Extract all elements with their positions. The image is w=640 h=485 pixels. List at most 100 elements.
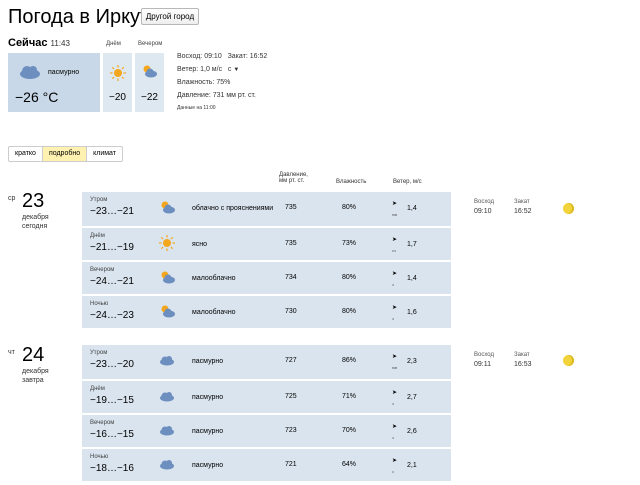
day-month: декабря bbox=[22, 368, 49, 375]
current-weather-card: пасмурно −26 °C bbox=[8, 53, 100, 112]
wind-arrow-icon: ➤ bbox=[392, 458, 398, 464]
temp-range: −23…−21 bbox=[90, 206, 134, 217]
humidity-header: Влажность bbox=[336, 179, 367, 185]
sunrise-label: Восход bbox=[474, 199, 494, 205]
table-row: Днём −21…−19 ясно 735 73% ➤ сз 1,7 bbox=[82, 226, 451, 260]
pressure-header: Давление, мм рт. ст. bbox=[279, 172, 308, 184]
forecast-tabs: кратко подробно климат bbox=[8, 146, 124, 162]
sunset-label: Закат bbox=[514, 352, 530, 358]
time-of-day: Утром bbox=[90, 350, 108, 356]
day-label: Днём bbox=[106, 41, 121, 47]
sunrise-text: Восход: 09:10 bbox=[177, 53, 222, 60]
wind-speed: 1,4 bbox=[407, 205, 417, 212]
cloud-icon bbox=[159, 352, 175, 368]
wind-speed: 2,7 bbox=[407, 394, 417, 401]
day-forecast-table: Утром −23…−20 пасмурно 727 86% ➤ юв 2,3 Днём −19…… bbox=[82, 345, 451, 481]
other-city-button[interactable]: Другой город bbox=[141, 8, 199, 25]
humidity-value: 80% bbox=[342, 308, 357, 315]
wind-speed: 2,3 bbox=[407, 358, 417, 365]
day-weekday: ср bbox=[8, 195, 16, 202]
table-row: Вечером −16…−15 пасмурно 723 70% ➤ з 2,6 bbox=[82, 413, 451, 447]
data-time: Данные на 11:00 bbox=[177, 105, 216, 111]
table-row: Утром −23…−21 облачно с прояснениями 735 80%… bbox=[82, 192, 451, 224]
humidity-value: 80% bbox=[342, 274, 357, 281]
cloud-icon bbox=[20, 66, 40, 79]
now-title: Сейчас bbox=[8, 37, 48, 49]
humidity-value: 70% bbox=[342, 427, 357, 434]
condition-text: малооблачно bbox=[192, 309, 236, 316]
wind-direction: сз bbox=[392, 248, 396, 253]
cloud-sun-icon bbox=[159, 303, 175, 319]
wind-text: Ветер: 1,0 м/с bbox=[177, 66, 223, 73]
wind-header: Ветер, м/с bbox=[393, 179, 422, 185]
wind-arrow-icon: ➤ bbox=[392, 354, 398, 360]
day-relative: сегодня bbox=[22, 223, 48, 230]
moon-icon bbox=[563, 203, 574, 214]
evening-temp: −22 bbox=[141, 92, 158, 103]
table-row: Днём −19…−15 пасмурно 725 71% ➤ з 2,7 bbox=[82, 379, 451, 413]
cloud-icon bbox=[159, 456, 175, 472]
pressure-value: 727 bbox=[285, 357, 297, 364]
now-time: 11:43 bbox=[50, 39, 70, 48]
condition-text: пасмурно bbox=[192, 394, 224, 401]
pressure-value: 735 bbox=[285, 204, 297, 211]
wind-speed: 1,4 bbox=[407, 275, 417, 282]
sun-icon bbox=[110, 65, 126, 81]
tab-brief[interactable]: кратко bbox=[9, 147, 43, 161]
wind-arrow-icon: ➤ bbox=[392, 305, 398, 311]
day-month: декабря bbox=[22, 214, 49, 221]
condition-text: пасмурно bbox=[192, 358, 224, 365]
temp-range: −24…−23 bbox=[90, 310, 134, 321]
wind-arrow-icon: ➤ bbox=[392, 390, 398, 396]
wind-arrow-icon: ➤ bbox=[392, 271, 398, 277]
wind-arrow-icon: ➤ bbox=[392, 237, 398, 243]
tab-detailed[interactable]: подробно bbox=[42, 147, 88, 161]
wind-direction: з bbox=[392, 401, 394, 406]
pressure-value: 723 bbox=[285, 427, 297, 434]
sunrise-value: 09:11 bbox=[474, 361, 491, 368]
sunset-text: Закат: 16:52 bbox=[227, 53, 268, 60]
temp-range: −21…−19 bbox=[90, 242, 134, 253]
temp-range: −18…−16 bbox=[90, 463, 134, 474]
sun-times: Восход: 09:10 Закат: 16:52 bbox=[177, 53, 267, 60]
day-number: 24 bbox=[22, 344, 45, 366]
pressure-value: 730 bbox=[285, 308, 297, 315]
tab-climate[interactable]: климат bbox=[87, 147, 122, 161]
table-row: Утром −23…−20 пасмурно 727 86% ➤ юв 2,3 bbox=[82, 345, 451, 377]
cloud-sun-icon bbox=[159, 269, 175, 285]
evening-forecast-card: −22 bbox=[135, 53, 164, 112]
humidity-value: 73% bbox=[342, 240, 357, 247]
day-number: 23 bbox=[22, 190, 45, 212]
sunset-value: 16:53 bbox=[514, 361, 532, 368]
cloud-icon bbox=[159, 422, 175, 438]
day-weekday: чт bbox=[8, 349, 15, 356]
time-of-day: Днём bbox=[90, 386, 105, 392]
evening-label: Вечером bbox=[138, 41, 163, 47]
condition-text: пасмурно bbox=[192, 462, 224, 469]
wind-direction: юв bbox=[392, 212, 398, 217]
pressure-value: 725 bbox=[285, 393, 297, 400]
wind-direction: з bbox=[392, 316, 394, 321]
humidity-text: Влажность: 75% bbox=[177, 79, 231, 86]
current-condition: пасмурно bbox=[48, 69, 80, 76]
wind-direction: з bbox=[392, 435, 394, 440]
pressure-value: 735 bbox=[285, 240, 297, 247]
wind-info: Ветер: 1,0 м/с с ▼ bbox=[177, 66, 239, 73]
chevron-down-icon[interactable]: ▼ bbox=[233, 67, 239, 73]
time-of-day: Утром bbox=[90, 197, 108, 203]
humidity-value: 86% bbox=[342, 357, 357, 364]
day-forecast-card: −20 bbox=[103, 53, 132, 112]
time-of-day: Ночью bbox=[90, 301, 109, 307]
temp-range: −16…−15 bbox=[90, 429, 134, 440]
wind-arrow-icon: ➤ bbox=[392, 201, 398, 207]
wind-direction: з bbox=[392, 469, 394, 474]
day-forecast-table: Утром −23…−21 облачно с прояснениями 735 80%… bbox=[82, 192, 451, 328]
sunrise-label: Восход bbox=[474, 352, 494, 358]
time-of-day: Днём bbox=[90, 233, 105, 239]
time-of-day: Вечером bbox=[90, 420, 115, 426]
humidity-value: 80% bbox=[342, 204, 357, 211]
wind-speed: 2,1 bbox=[407, 462, 417, 469]
pressure-value: 734 bbox=[285, 274, 297, 281]
wind-speed: 2,6 bbox=[407, 428, 417, 435]
sunset-value: 16:52 bbox=[514, 208, 532, 215]
